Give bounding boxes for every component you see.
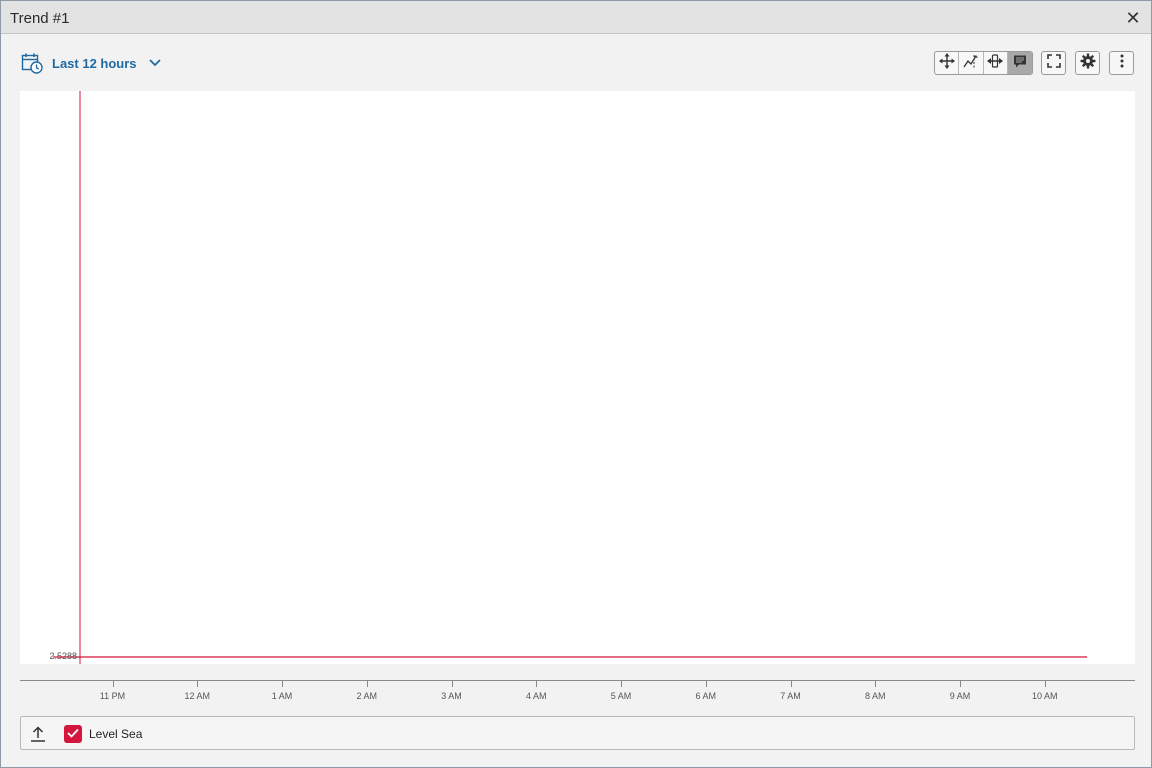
x-tick-label: 7 AM <box>780 691 801 701</box>
trend-window: Trend #1 ✕ Last 12 hours 2.5288 11 PM 12… <box>0 0 1152 768</box>
x-axis-line <box>20 680 1135 681</box>
time-range-label: Last 12 hours <box>52 55 137 71</box>
more-vertical-icon <box>1120 54 1124 73</box>
x-tick-label: 2 AM <box>356 691 378 701</box>
x-tick-label: 11 PM <box>99 691 126 701</box>
comment-tool-button[interactable] <box>1007 52 1032 74</box>
legend-collapse-button[interactable] <box>30 725 46 743</box>
x-tick <box>1044 681 1046 687</box>
checkmark-icon <box>67 725 79 743</box>
pan-arrows-icon <box>938 52 955 74</box>
chart-tool-group <box>934 51 1033 75</box>
title-bar: Trend #1 ✕ <box>1 1 1151 34</box>
x-tick-label: 1 AM <box>271 691 293 701</box>
x-tick-label: 8 AM <box>864 691 886 701</box>
x-tick-label: 9 AM <box>949 691 971 701</box>
x-tick-label: 4 AM <box>525 691 547 701</box>
window-title: Trend #1 <box>10 10 70 27</box>
y-tick-label: 2.5288 <box>49 651 77 661</box>
x-tick <box>366 681 368 687</box>
zoom-select-icon <box>963 53 979 74</box>
trend-plot-area[interactable]: 2.5288 <box>20 91 1135 664</box>
fullscreen-icon <box>1046 53 1061 73</box>
x-tick <box>282 681 283 687</box>
legend-bar: Level Sea <box>20 716 1135 750</box>
x-tick-label: 12 AM <box>184 691 211 701</box>
comment-icon <box>1013 54 1027 73</box>
horizontal-zoom-tool-button[interactable] <box>984 52 1008 74</box>
zoom-select-tool-button[interactable] <box>959 52 984 74</box>
settings-button[interactable] <box>1075 51 1100 75</box>
x-tick <box>790 681 792 687</box>
x-axis: 11 PM 12 AM 1 AM 2 AM 3 AM 4 AM 5 AM 6 AM 7 AM 8 … <box>20 680 1135 710</box>
close-button[interactable]: ✕ <box>1123 8 1143 28</box>
x-tick <box>451 681 453 687</box>
x-tick-label: 10 AM <box>1031 691 1058 701</box>
x-tick <box>112 681 114 687</box>
x-tick <box>875 681 877 687</box>
trend-chart <box>53 91 1088 664</box>
time-range-dropdown[interactable]: Last 12 hours <box>21 52 161 74</box>
horizontal-zoom-icon <box>987 53 1004 74</box>
x-tick <box>960 681 961 687</box>
x-tick <box>621 681 622 687</box>
x-tick-label: 6 AM <box>695 691 717 701</box>
x-tick-label: 5 AM <box>610 691 632 701</box>
x-tick-label: 3 AM <box>441 691 462 701</box>
x-tick <box>197 681 199 687</box>
pan-tool-button[interactable] <box>935 52 960 74</box>
upload-arrow-icon <box>30 726 46 747</box>
fullscreen-button[interactable] <box>1041 51 1066 75</box>
calendar-clock-icon <box>21 52 43 74</box>
more-options-button[interactable] <box>1109 51 1134 75</box>
legend-item-label: Level Sea <box>89 727 143 741</box>
x-tick <box>536 681 538 687</box>
legend-item-checkbox[interactable] <box>64 725 82 743</box>
x-tick <box>705 681 707 687</box>
close-icon: ✕ <box>1125 8 1141 28</box>
gear-icon <box>1080 53 1096 74</box>
chevron-down-icon <box>148 59 161 67</box>
